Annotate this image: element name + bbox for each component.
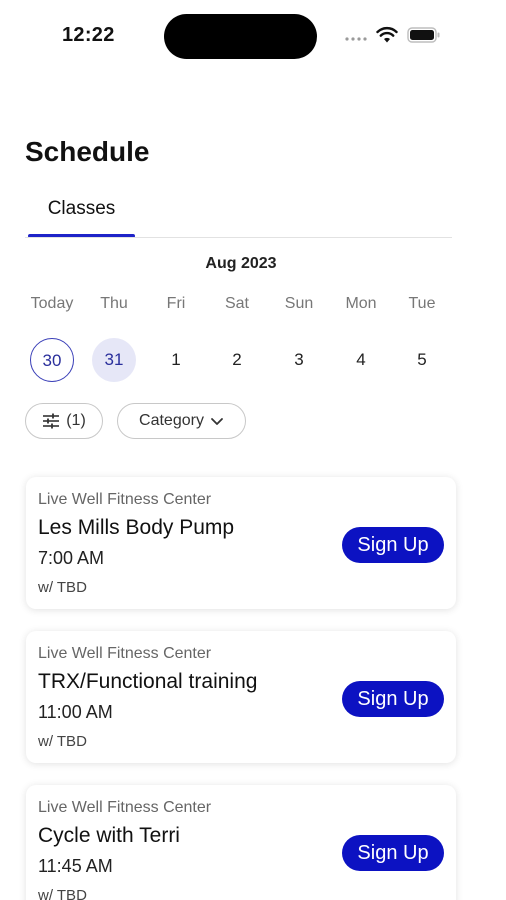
status-time: 12:22 xyxy=(62,24,115,46)
signal-dots-icon xyxy=(345,37,369,41)
category-label: Category xyxy=(139,412,204,429)
class-card-body-pump[interactable]: Live Well Fitness Center Les Mills Body … xyxy=(26,477,456,609)
class-instructor: w/ TBD xyxy=(38,887,87,900)
class-location: Live Well Fitness Center xyxy=(38,491,212,508)
tabs-divider xyxy=(25,237,452,238)
category-dropdown[interactable]: Category xyxy=(117,403,246,439)
class-card-cycle[interactable]: Live Well Fitness Center Cycle with Terr… xyxy=(26,785,456,900)
class-location: Live Well Fitness Center xyxy=(38,645,212,662)
day-name-sun: Sun xyxy=(284,295,314,312)
class-instructor: w/ TBD xyxy=(38,733,87,750)
sign-up-button[interactable]: Sign Up xyxy=(342,681,444,717)
class-title: TRX/Functional training xyxy=(38,670,258,693)
tab-classes[interactable]: Classes xyxy=(28,196,135,238)
dynamic-island xyxy=(164,14,317,59)
day-button-5[interactable]: 5 xyxy=(400,338,444,382)
chevron-down-icon xyxy=(210,416,224,426)
class-location: Live Well Fitness Center xyxy=(38,799,212,816)
month-label: Aug 2023 xyxy=(205,255,277,272)
sign-up-button[interactable]: Sign Up xyxy=(342,835,444,871)
class-instructor: w/ TBD xyxy=(38,579,87,596)
day-name-today: Today xyxy=(30,295,74,312)
class-time: 11:00 AM xyxy=(38,702,113,722)
class-title: Les Mills Body Pump xyxy=(38,516,235,539)
schedule-screen: 12:22 Schedule Classes Aug 2023 Today Th xyxy=(0,0,506,900)
day-button-3[interactable]: 3 xyxy=(277,338,321,382)
class-card-trx[interactable]: Live Well Fitness Center TRX/Functional … xyxy=(26,631,456,763)
sliders-icon xyxy=(42,413,60,429)
day-button-31[interactable]: 31 xyxy=(92,338,136,382)
day-button-2[interactable]: 2 xyxy=(215,338,259,382)
filter-count: (1) xyxy=(66,412,86,429)
day-button-30[interactable]: 30 xyxy=(30,338,74,382)
day-name-fri: Fri xyxy=(166,295,186,312)
class-time: 11:45 AM xyxy=(38,856,113,876)
class-title: Cycle with Terri xyxy=(38,824,180,847)
tab-label: Classes xyxy=(47,198,116,219)
day-name-thu: Thu xyxy=(100,295,128,312)
day-button-1[interactable]: 1 xyxy=(154,338,198,382)
day-name-tue: Tue xyxy=(408,295,436,312)
sign-up-button[interactable]: Sign Up xyxy=(342,527,444,563)
day-name-sat: Sat xyxy=(224,295,249,312)
class-time: 7:00 AM xyxy=(38,548,105,568)
wifi-icon xyxy=(376,26,398,44)
filter-button[interactable]: (1) xyxy=(25,403,103,439)
page-title: Schedule xyxy=(25,136,150,167)
day-button-4[interactable]: 4 xyxy=(339,338,383,382)
day-name-mon: Mon xyxy=(345,295,377,312)
battery-icon xyxy=(407,27,441,43)
